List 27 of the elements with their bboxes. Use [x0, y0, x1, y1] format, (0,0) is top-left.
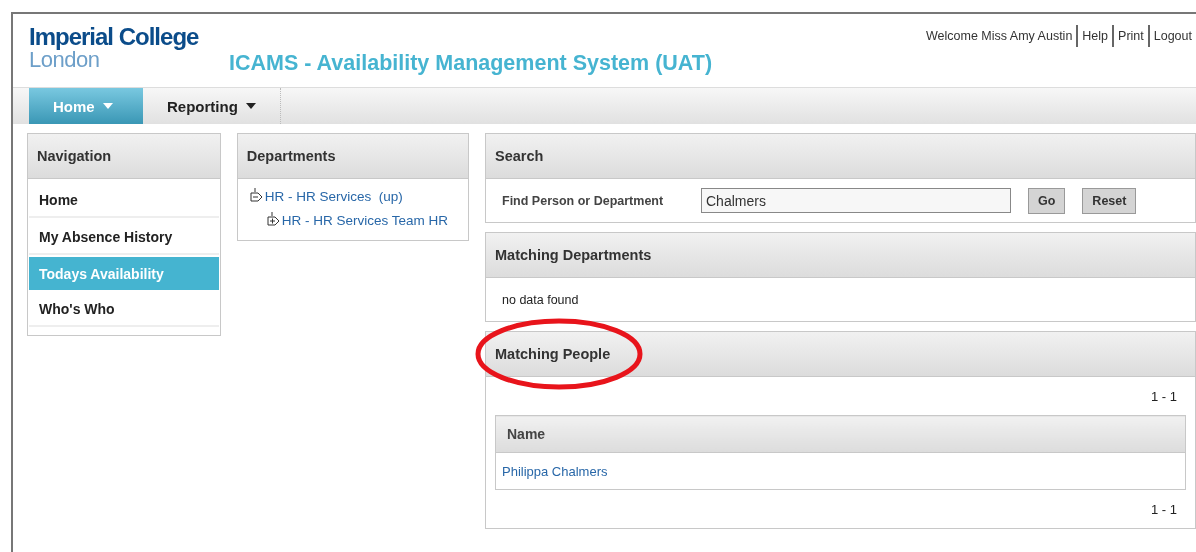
pager-text: 1 - 1 [1151, 501, 1177, 517]
panel-title: Matching Departments [486, 233, 1195, 278]
action-button[interactable]: Go [1028, 187, 1066, 214]
action-button[interactable]: Reset [1082, 187, 1137, 214]
panel-title: Departments [237, 134, 468, 179]
menu-tab[interactable]: Reporting [143, 88, 281, 124]
header-link[interactable]: Help [1076, 25, 1113, 47]
search-field[interactable]: Chalmers [701, 188, 1011, 213]
tree-item[interactable]: HR - HR Services Team HR [281, 212, 449, 228]
welcome-text: Welcome Miss Amy Austin [925, 28, 1074, 45]
header-link[interactable]: Print [1112, 25, 1148, 47]
caret-icon [245, 103, 256, 109]
expand-icon[interactable] [266, 212, 281, 228]
caret-icon [102, 103, 113, 109]
app-title: ICAMS - Availability Management System (UAT) [229, 51, 713, 76]
column-header: Name [495, 415, 1186, 453]
person-link[interactable]: Philippa Chalmers [502, 464, 608, 479]
field-label: Find Person or Department [502, 193, 665, 208]
panel-title: Search [486, 134, 1195, 179]
panel-title: Navigation [28, 134, 220, 179]
tree-item[interactable]: HR - HR Services (up) [264, 188, 403, 204]
collapse-icon[interactable] [249, 188, 264, 204]
pager-text: 1 - 1 [1151, 388, 1177, 404]
empty-message: no data found [501, 291, 580, 309]
college-logo: Imperial College London [29, 22, 200, 71]
panel-title: Matching People [486, 332, 1195, 377]
header-link[interactable]: Logout [1147, 25, 1196, 47]
